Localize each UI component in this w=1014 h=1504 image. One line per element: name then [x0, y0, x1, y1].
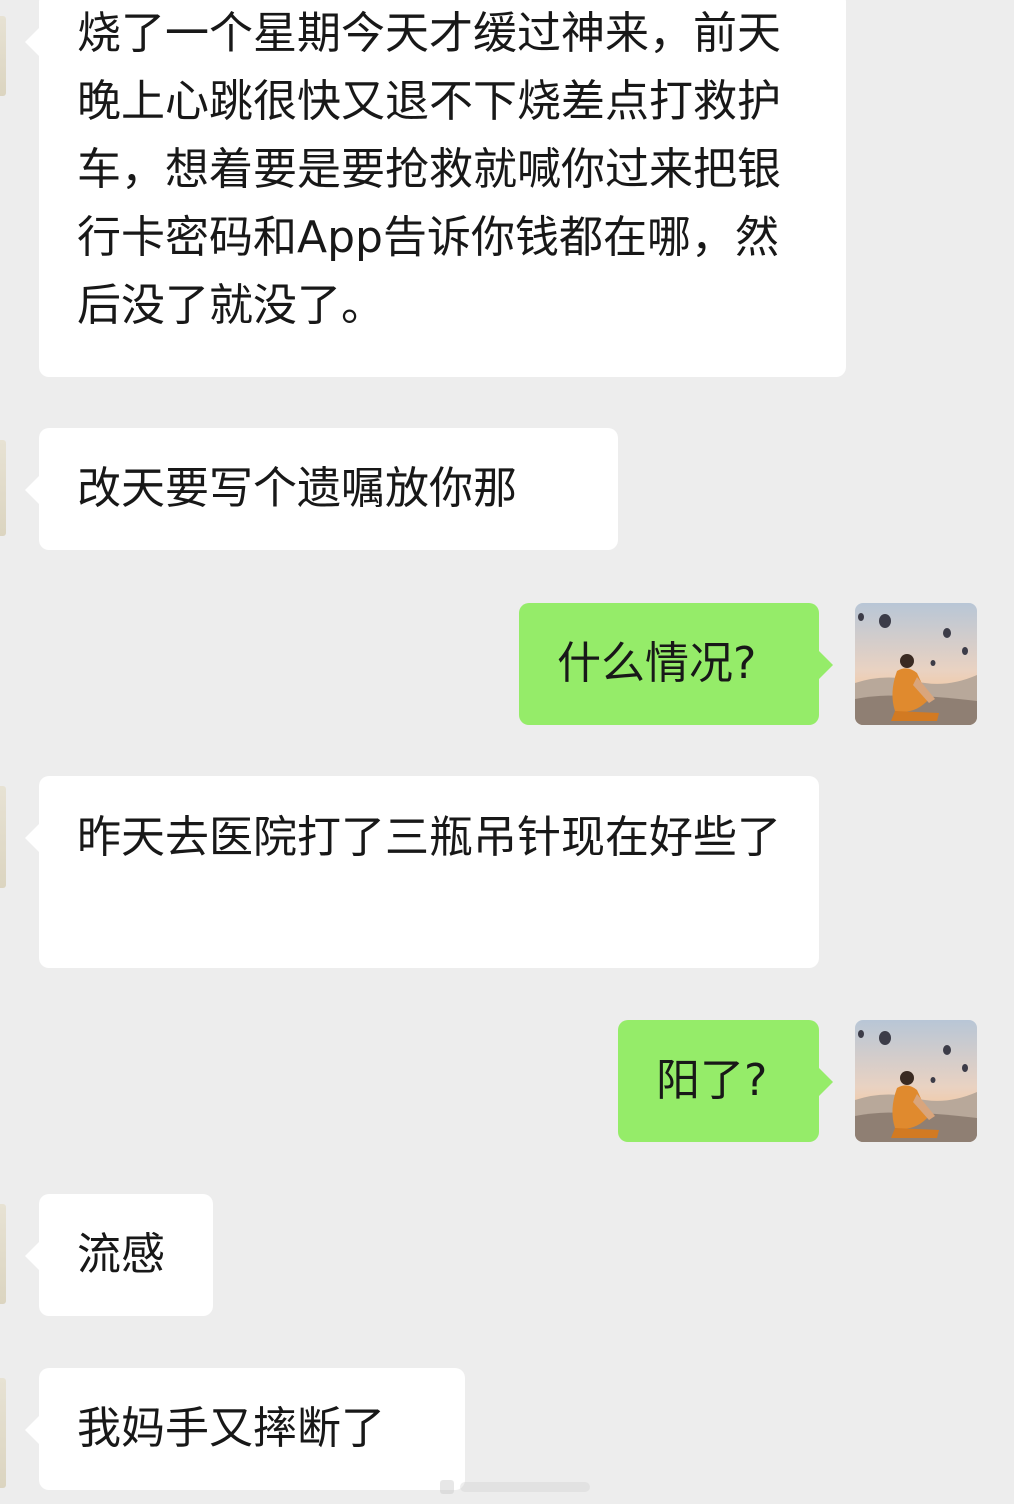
message-bubble-incoming[interactable]: 我妈手又摔断了 [25, 1368, 465, 1490]
own-avatar[interactable] [855, 1020, 977, 1142]
contact-avatar[interactable] [0, 440, 6, 536]
contact-avatar[interactable] [0, 1378, 6, 1488]
contact-avatar[interactable] [0, 786, 6, 888]
message-text: 什么情况? [557, 638, 757, 689]
message-bubble-incoming[interactable]: 烧了一个星期今天才缓过神来，前天晚上心跳很快又退不下烧差点打救护车，想着要是要抢… [25, 0, 846, 377]
message-text: 流感 [77, 1229, 165, 1280]
contact-avatar[interactable] [0, 1204, 6, 1304]
message-text: 改天要写个遗嘱放你那 [77, 463, 517, 514]
message-text: 烧了一个星期今天才缓过神来，前天晚上心跳很快又退不下烧差点打救护车，想着要是要抢… [77, 8, 781, 331]
avatar-photo-balloons-icon [855, 1020, 977, 1142]
message-text: 阳了? [656, 1055, 768, 1106]
own-avatar[interactable] [855, 603, 977, 725]
contact-avatar[interactable] [0, 16, 6, 96]
message-text: 昨天去医院打了三瓶吊针现在好些了 [77, 812, 781, 863]
message-bubble-incoming[interactable]: 流感 [25, 1194, 213, 1316]
message-bubble-outgoing[interactable]: 阳了? [618, 1020, 833, 1142]
watermark-logo-icon [440, 1480, 590, 1494]
message-bubble-outgoing[interactable]: 什么情况? [519, 603, 833, 725]
avatar-photo-balloons-icon [855, 603, 977, 725]
message-bubble-incoming[interactable]: 改天要写个遗嘱放你那 [25, 428, 618, 550]
message-text: 我妈手又摔断了 [77, 1403, 385, 1454]
chat-message-list[interactable]: 烧了一个星期今天才缓过神来，前天晚上心跳很快又退不下烧差点打救护车，想着要是要抢… [0, 0, 1014, 1504]
message-bubble-incoming[interactable]: 昨天去医院打了三瓶吊针现在好些了 [25, 776, 819, 968]
